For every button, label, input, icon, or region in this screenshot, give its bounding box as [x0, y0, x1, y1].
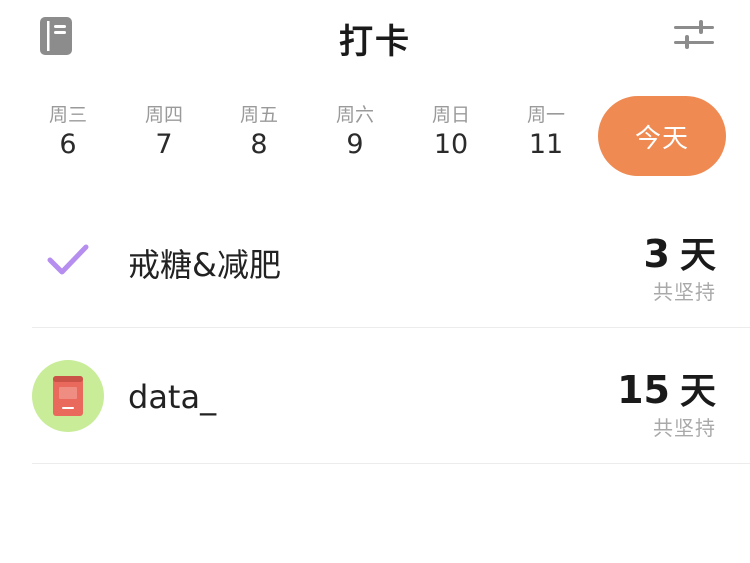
day-wed[interactable]: 周三 6	[28, 102, 108, 162]
date-number: 11	[528, 129, 564, 160]
weekday-label: 周一	[526, 104, 565, 126]
top-bar: 打卡	[0, 0, 750, 80]
streak-unit: 天	[679, 371, 716, 412]
date-number: 6	[59, 129, 77, 160]
streak-stat: 3天 共坚持	[644, 226, 716, 306]
checkin-screen: 打卡 周三 6 周四 7 周五 8 周六 9 周日 10 周一 11 今天 戒糖…	[0, 0, 750, 563]
date-number: 8	[250, 129, 268, 160]
page-title: 打卡	[339, 22, 411, 62]
day-mon[interactable]: 周一 11	[506, 102, 586, 162]
habit-name: 戒糖&减肥	[128, 246, 281, 284]
date-number: 7	[155, 129, 173, 160]
habit-row[interactable]: data_ 15 天 共坚持	[32, 328, 750, 464]
week-strip: 周三 6 周四 7 周五 8 周六 9 周日 10 周一 11 今天	[0, 92, 750, 182]
streak-count: 15	[617, 368, 670, 412]
habit-avatar[interactable]	[32, 360, 104, 432]
weekday-label: 周五	[239, 104, 278, 126]
weekday-label: 周日	[431, 104, 470, 126]
habit-row[interactable]: 戒糖&减肥 3天 共坚持	[32, 192, 750, 328]
checkmark-icon[interactable]	[46, 242, 90, 278]
streak-stat: 15 天 共坚持	[617, 362, 716, 442]
streak-count: 3	[643, 232, 670, 276]
weekday-label: 周三	[48, 104, 87, 126]
day-fri[interactable]: 周五 8	[219, 102, 299, 162]
streak-caption: 共坚持	[653, 416, 716, 440]
today-button[interactable]: 今天	[598, 96, 726, 176]
day-sat[interactable]: 周六 9	[315, 102, 395, 162]
date-number: 10	[433, 129, 469, 160]
filter-sliders-icon[interactable]	[672, 18, 716, 52]
habit-name: data_	[128, 378, 217, 416]
day-thu[interactable]: 周四 7	[124, 102, 204, 162]
weekday-label: 周四	[144, 104, 183, 126]
book-icon	[53, 376, 83, 416]
streak-caption: 共坚持	[653, 280, 716, 304]
streak-unit: 天	[679, 235, 716, 276]
date-number: 9	[346, 129, 364, 160]
weekday-label: 周六	[335, 104, 374, 126]
day-sun[interactable]: 周日 10	[411, 102, 491, 162]
divider	[32, 463, 750, 464]
